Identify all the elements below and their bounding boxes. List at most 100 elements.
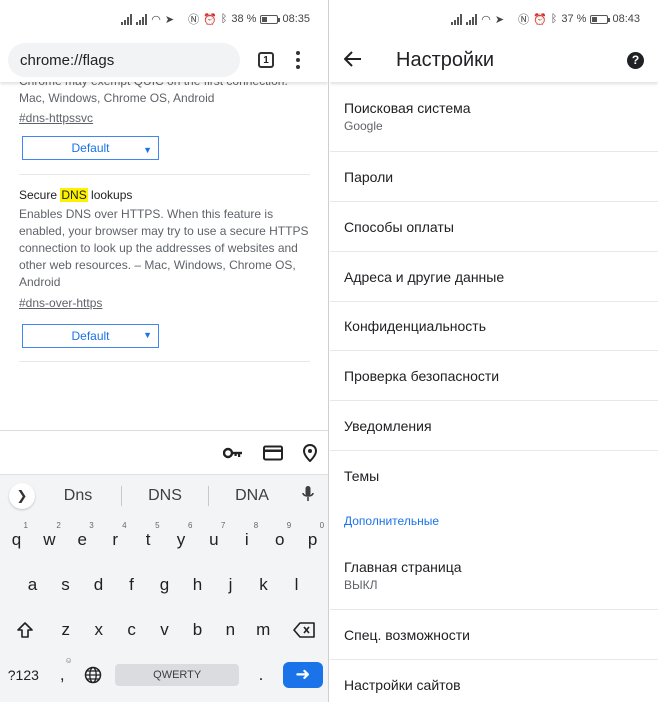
settings-item-addresses[interactable]: Адреса и другие данные <box>330 252 658 302</box>
key-number-hint: 4 <box>122 520 127 530</box>
help-icon[interactable]: ? <box>627 51 644 69</box>
microphone-icon[interactable] <box>295 485 321 508</box>
settings-item-safety-check[interactable]: Проверка безопасности <box>330 351 658 401</box>
flag-select[interactable]: Default ▼ <box>22 324 159 348</box>
key-z[interactable]: z <box>49 610 82 650</box>
symbols-key[interactable]: ?123 <box>0 655 47 695</box>
bluetooth-icon: ᛒ <box>550 13 558 25</box>
flag-prev-link[interactable]: #dns-httpssvc <box>19 111 93 125</box>
flag-link[interactable]: #dns-over-https <box>19 296 102 310</box>
space-bar[interactable]: QWERTY <box>114 663 240 686</box>
key-x[interactable]: x <box>82 610 115 650</box>
nfc-icon: Ⓝ <box>518 14 530 26</box>
status-bar: ◠ ➤ Ⓝ ⏰ ᛒ 37 % 08:43 <box>330 0 658 38</box>
status-bar: ◠ ➤ Ⓝ ⏰ ᛒ 38 % 08:35 <box>0 0 328 38</box>
battery-icon <box>590 14 611 24</box>
backspace-key[interactable] <box>280 610 328 650</box>
suggestion-strip: ❯ Dns DNS DNA <box>0 475 328 517</box>
tab-switcher-button[interactable]: 1 <box>258 52 274 68</box>
keyboard-row-4: ?123 ☺, QWERTY . ➜ <box>0 652 328 697</box>
settings-item-site-settings[interactable]: Настройки сайтов <box>330 660 658 702</box>
key-s[interactable]: s <box>49 565 82 605</box>
arrow-right-icon: ➜ <box>295 664 311 684</box>
key-g[interactable]: g <box>148 565 181 605</box>
key-p[interactable]: p0 <box>296 520 328 560</box>
key-number-hint: 8 <box>253 520 259 530</box>
omnibox[interactable]: chrome://flags <box>8 43 240 77</box>
period-key[interactable]: . <box>245 655 276 695</box>
enter-key[interactable]: ➜ <box>282 661 323 688</box>
key-c[interactable]: c <box>115 610 148 650</box>
key-number-hint: 7 <box>220 520 226 530</box>
url-text: chrome://flags <box>20 51 115 69</box>
key-b[interactable]: b <box>181 610 214 650</box>
key-icon[interactable] <box>223 446 243 460</box>
suggestion-1[interactable]: Dns <box>35 487 121 505</box>
back-arrow-icon[interactable] <box>343 47 372 73</box>
more-menu-icon[interactable] <box>296 51 300 69</box>
signal-icon <box>121 13 133 25</box>
settings-item-themes[interactable]: Темы <box>330 451 658 501</box>
flags-list: Chrome may exempt QUIC on the first conn… <box>0 82 328 430</box>
chevron-right-icon[interactable]: ❯ <box>9 483 35 509</box>
key-e[interactable]: e3 <box>66 520 99 560</box>
globe-icon[interactable] <box>78 655 109 695</box>
send-icon: ➤ <box>164 13 175 26</box>
settings-item-payment-methods[interactable]: Способы оплаты <box>330 202 658 252</box>
key-number-hint: 0 <box>319 520 325 530</box>
soft-keyboard: ❯ Dns DNS DNA q1w2e3r4t5y6u7i8o9p0 asdfg… <box>0 430 328 702</box>
settings-item-passwords[interactable]: Пароли <box>330 152 658 202</box>
flag-dns-over-https: Secure DNS lookups Enables DNS over HTTP… <box>19 188 311 348</box>
send-icon: ➤ <box>494 13 505 26</box>
flag-select-value: Default <box>71 329 110 343</box>
comma-key[interactable]: ☺, <box>47 655 78 695</box>
key-h[interactable]: h <box>181 565 214 605</box>
key-r[interactable]: r4 <box>99 520 132 560</box>
key-n[interactable]: n <box>214 610 247 650</box>
signal-icon <box>136 13 148 25</box>
settings-app-bar: Настройки ? <box>330 38 658 82</box>
chrome-toolbar: chrome://flags 1 <box>0 38 328 82</box>
key-j[interactable]: j <box>214 565 247 605</box>
dropdown-arrow-icon: ▼ <box>143 145 152 155</box>
key-y[interactable]: y6 <box>165 520 198 560</box>
keyboard-row-3: zxcvbnm <box>0 607 328 652</box>
settings-item-privacy[interactable]: Конфиденциальность <box>330 302 658 351</box>
suggestion-2[interactable]: DNS <box>122 487 208 505</box>
key-number-hint: 9 <box>286 520 292 530</box>
settings-item-homepage[interactable]: Главная страница ВЫКЛ <box>330 541 658 610</box>
battery-percent: 38 % <box>231 13 257 25</box>
settings-item-notifications[interactable]: Уведомления <box>330 401 658 451</box>
location-pin-icon[interactable] <box>303 443 317 462</box>
key-q[interactable]: q1 <box>0 520 33 560</box>
flag-description: Enables DNS over HTTPS. When this featur… <box>19 207 309 289</box>
flag-title: Secure DNS lookups <box>19 188 133 202</box>
key-i[interactable]: i8 <box>230 520 263 560</box>
keyboard-row-1: q1w2e3r4t5y6u7i8o9p0 <box>0 517 328 562</box>
key-l[interactable]: l <box>280 565 313 605</box>
dropdown-arrow-icon: ▼ <box>143 330 152 340</box>
wifi-icon: ◠ <box>151 13 161 26</box>
credit-card-icon[interactable] <box>263 445 283 461</box>
key-k[interactable]: k <box>247 565 280 605</box>
autofill-bar <box>0 431 328 475</box>
bluetooth-icon: ᛒ <box>220 13 228 25</box>
shift-key[interactable] <box>0 610 49 650</box>
flag-prev-desc: Chrome may exempt QUIC on the first conn… <box>19 82 288 105</box>
key-a[interactable]: a <box>16 565 49 605</box>
chrome-settings-screen: ◠ ➤ Ⓝ ⏰ ᛒ 37 % 08:43 Настройки ? Поисков… <box>330 0 658 702</box>
key-number-hint: 2 <box>56 520 61 530</box>
key-v[interactable]: v <box>148 610 181 650</box>
key-u[interactable]: u7 <box>197 520 230 560</box>
key-w[interactable]: w2 <box>33 520 66 560</box>
key-o[interactable]: o9 <box>263 520 296 560</box>
key-d[interactable]: d <box>82 565 115 605</box>
settings-item-accessibility[interactable]: Спец. возможности <box>330 610 658 660</box>
tab-count: 1 <box>263 54 269 66</box>
settings-item-search-engine[interactable]: Поисковая система Google <box>330 82 658 152</box>
key-t[interactable]: t5 <box>132 520 165 560</box>
suggestion-3[interactable]: DNA <box>209 487 295 505</box>
key-f[interactable]: f <box>115 565 148 605</box>
flag-prev-select[interactable]: Default ▼ <box>22 136 159 160</box>
key-m[interactable]: m <box>247 610 280 650</box>
